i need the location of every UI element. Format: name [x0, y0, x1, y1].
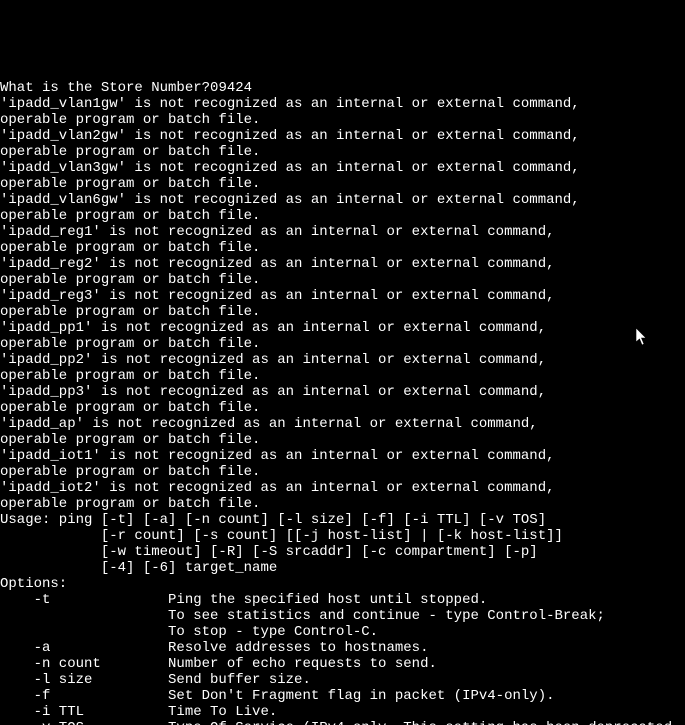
error-line: 'ipadd_reg1' is not recognized as an int…: [0, 224, 685, 240]
error-line: 'ipadd_vlan1gw' is not recognized as an …: [0, 96, 685, 112]
error-line: 'ipadd_iot2' is not recognized as an int…: [0, 480, 685, 496]
store-number-input[interactable]: 09424: [210, 80, 252, 96]
error-line: operable program or batch file.: [0, 400, 685, 416]
error-line: operable program or batch file.: [0, 304, 685, 320]
ping-option: To stop - type Control-C.: [0, 624, 685, 640]
ping-usage: [-w timeout] [-R] [-S srcaddr] [-c compa…: [0, 544, 685, 560]
error-line: operable program or batch file.: [0, 368, 685, 384]
ping-usage: [-4] [-6] target_name: [0, 560, 685, 576]
terminal-output[interactable]: What is the Store Number?09424'ipadd_vla…: [0, 80, 685, 725]
ping-option: -t Ping the specified host until stopped…: [0, 592, 685, 608]
error-line: 'ipadd_pp2' is not recognized as an inte…: [0, 352, 685, 368]
ping-option: -n count Number of echo requests to send…: [0, 656, 685, 672]
ping-option: -l size Send buffer size.: [0, 672, 685, 688]
error-line: 'ipadd_vlan2gw' is not recognized as an …: [0, 128, 685, 144]
error-line: operable program or batch file.: [0, 336, 685, 352]
ping-option: -f Set Don't Fragment flag in packet (IP…: [0, 688, 685, 704]
error-line: operable program or batch file.: [0, 432, 685, 448]
error-line: 'ipadd_iot1' is not recognized as an int…: [0, 448, 685, 464]
error-line: operable program or batch file.: [0, 496, 685, 512]
error-line: operable program or batch file.: [0, 464, 685, 480]
error-line: 'ipadd_vlan3gw' is not recognized as an …: [0, 160, 685, 176]
error-line: 'ipadd_reg3' is not recognized as an int…: [0, 288, 685, 304]
store-number-question: What is the Store Number?: [0, 80, 210, 96]
error-line: operable program or batch file.: [0, 272, 685, 288]
ping-option: To see statistics and continue - type Co…: [0, 608, 685, 624]
error-line: operable program or batch file.: [0, 240, 685, 256]
ping-usage: Usage: ping [-t] [-a] [-n count] [-l siz…: [0, 512, 685, 528]
error-line: operable program or batch file.: [0, 176, 685, 192]
ping-usage: [-r count] [-s count] [[-j host-list] | …: [0, 528, 685, 544]
error-line: 'ipadd_vlan6gw' is not recognized as an …: [0, 192, 685, 208]
ping-option: -v TOS Type Of Service (IPv4-only. This …: [0, 720, 685, 725]
error-line: operable program or batch file.: [0, 112, 685, 128]
error-line: 'ipadd_pp3' is not recognized as an inte…: [0, 384, 685, 400]
error-line: operable program or batch file.: [0, 144, 685, 160]
error-line: 'ipadd_ap' is not recognized as an inter…: [0, 416, 685, 432]
ping-option: -i TTL Time To Live.: [0, 704, 685, 720]
error-line: 'ipadd_pp1' is not recognized as an inte…: [0, 320, 685, 336]
options-header: Options:: [0, 576, 685, 592]
error-line: operable program or batch file.: [0, 208, 685, 224]
store-number-prompt: What is the Store Number?09424: [0, 80, 685, 96]
error-line: 'ipadd_reg2' is not recognized as an int…: [0, 256, 685, 272]
ping-option: -a Resolve addresses to hostnames.: [0, 640, 685, 656]
